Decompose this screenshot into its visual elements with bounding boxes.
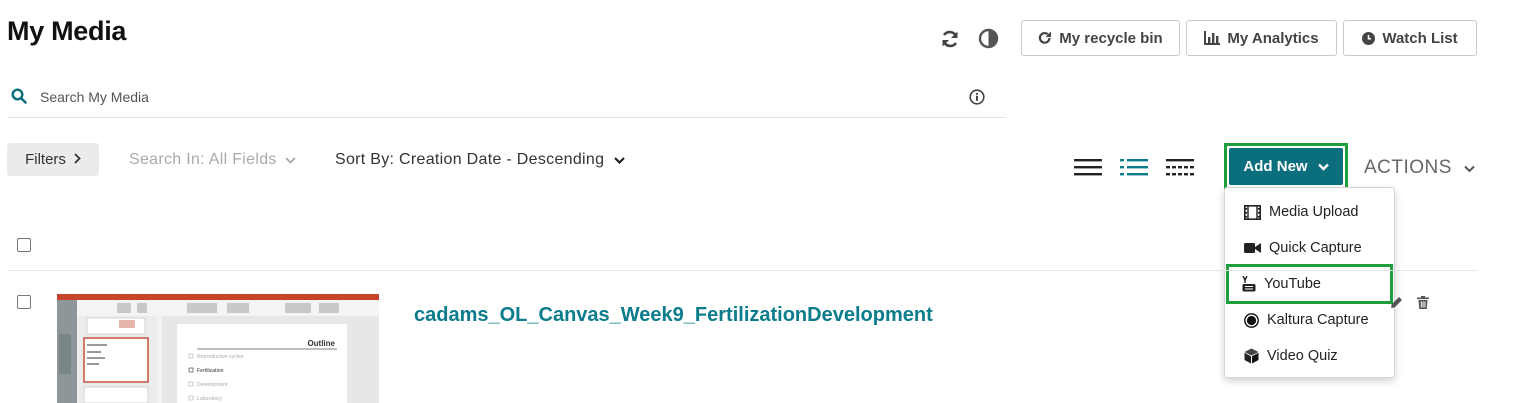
menu-item-label: Kaltura Capture bbox=[1267, 312, 1369, 328]
menu-item-quick-capture[interactable]: Quick Capture bbox=[1225, 230, 1394, 266]
add-new-menu: Media Upload Quick Capture YouTube Kaltu… bbox=[1224, 187, 1395, 378]
redo-icon bbox=[1038, 31, 1052, 45]
my-recycle-bin-label: My recycle bin bbox=[1059, 29, 1163, 47]
clock-icon bbox=[1362, 31, 1376, 45]
film-icon bbox=[1244, 204, 1261, 220]
video-camera-icon bbox=[1244, 242, 1261, 254]
menu-item-label: Quick Capture bbox=[1269, 240, 1362, 256]
my-recycle-bin-button[interactable]: My recycle bin bbox=[1021, 20, 1180, 56]
chevron-down-icon bbox=[285, 151, 296, 169]
search-input[interactable] bbox=[40, 86, 940, 108]
menu-item-label: Media Upload bbox=[1269, 204, 1359, 220]
chevron-down-icon bbox=[1317, 158, 1329, 175]
list-view-icon[interactable] bbox=[1074, 158, 1102, 176]
refresh-icon[interactable] bbox=[940, 29, 960, 49]
trash-icon[interactable] bbox=[1417, 296, 1429, 314]
pencil-icon[interactable] bbox=[1390, 296, 1403, 314]
list-divider bbox=[7, 270, 1477, 271]
entry-thumbnail[interactable]: Outline Reproductive cycles Fertilizatio… bbox=[57, 294, 379, 403]
menu-item-media-upload[interactable]: Media Upload bbox=[1225, 194, 1394, 230]
menu-item-kaltura-capture[interactable]: Kaltura Capture bbox=[1225, 302, 1394, 338]
slide-bullet: Fertilization bbox=[197, 368, 224, 374]
row-action-icons bbox=[1390, 296, 1429, 314]
view-mode-group bbox=[1074, 158, 1194, 176]
slide-bullet: Reproductive cycles bbox=[197, 354, 244, 360]
menu-item-video-quiz[interactable]: Video Quiz bbox=[1225, 338, 1394, 374]
my-analytics-label: My Analytics bbox=[1227, 29, 1319, 47]
menu-item-youtube[interactable]: YouTube bbox=[1225, 266, 1394, 302]
select-all-checkbox[interactable] bbox=[17, 238, 31, 252]
grid-view-icon[interactable] bbox=[1166, 158, 1194, 176]
bar-chart-icon bbox=[1204, 31, 1221, 45]
watch-list-label: Watch List bbox=[1382, 29, 1458, 47]
search-bar bbox=[7, 78, 1006, 118]
slide-bullet: Development bbox=[197, 382, 228, 388]
search-icon bbox=[11, 88, 27, 109]
slide-heading: Outline bbox=[307, 339, 335, 348]
entry-title-link[interactable]: cadams_OL_Canvas_Week9_FertilizationDeve… bbox=[414, 304, 933, 327]
menu-item-label: Video Quiz bbox=[1267, 348, 1338, 364]
page-title: My Media bbox=[7, 16, 127, 46]
search-in-label: Search In: All Fields bbox=[129, 151, 277, 168]
detailed-view-icon[interactable] bbox=[1120, 158, 1148, 176]
filters-label: Filters bbox=[25, 151, 66, 168]
actions-label: ACTIONS bbox=[1364, 157, 1452, 178]
header-icon-group bbox=[940, 28, 999, 49]
record-icon bbox=[1244, 312, 1259, 328]
sort-by-dropdown[interactable]: Sort By: Creation Date - Descending bbox=[335, 151, 626, 169]
chevron-down-icon bbox=[1464, 157, 1475, 179]
filters-button[interactable]: Filters bbox=[7, 143, 99, 176]
contrast-icon[interactable] bbox=[978, 28, 999, 49]
chevron-right-icon bbox=[74, 151, 81, 168]
search-in-dropdown[interactable]: Search In: All Fields bbox=[129, 151, 296, 169]
slide-bullet: Laboratory bbox=[197, 396, 222, 402]
row-checkbox[interactable] bbox=[17, 295, 31, 309]
add-new-button[interactable]: Add New bbox=[1229, 148, 1343, 185]
cube-icon bbox=[1244, 348, 1259, 364]
actions-dropdown[interactable]: ACTIONS bbox=[1364, 157, 1475, 179]
sort-by-label: Sort By: Creation Date - Descending bbox=[335, 151, 605, 168]
youtube-icon bbox=[1242, 276, 1256, 292]
info-icon[interactable] bbox=[969, 89, 985, 110]
menu-item-label: YouTube bbox=[1264, 276, 1321, 292]
watch-list-button[interactable]: Watch List bbox=[1343, 20, 1477, 56]
chevron-down-icon bbox=[614, 151, 626, 169]
my-analytics-button[interactable]: My Analytics bbox=[1186, 20, 1337, 56]
add-new-label: Add New bbox=[1243, 158, 1308, 175]
